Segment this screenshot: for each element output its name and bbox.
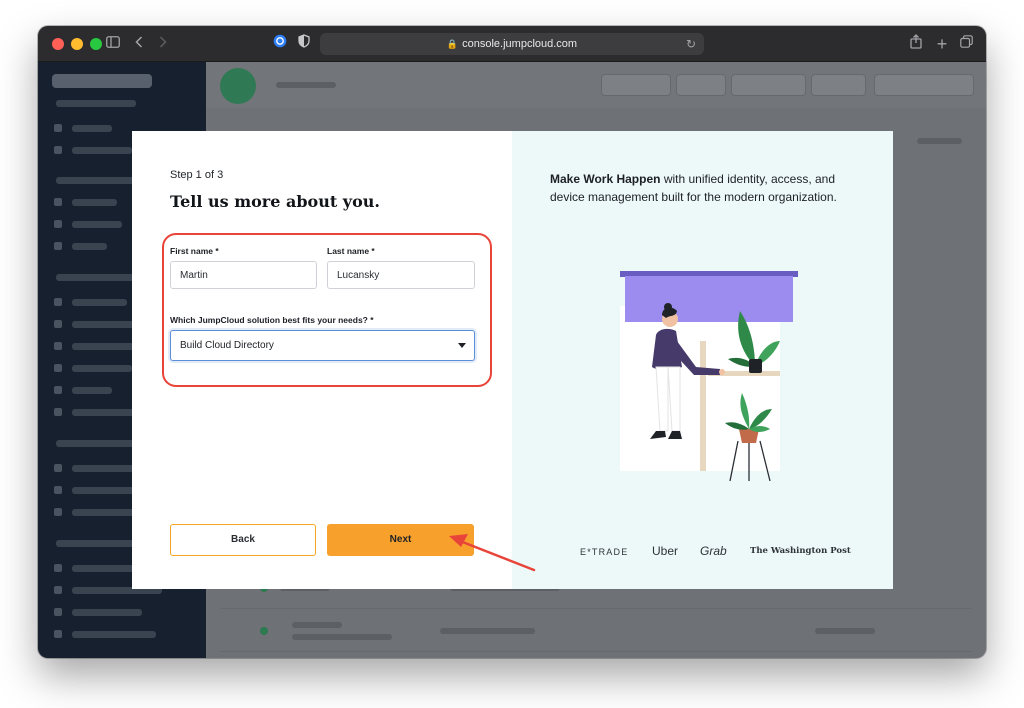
highlight-box: [162, 233, 492, 387]
minimize-window-button[interactable]: [71, 38, 83, 50]
reload-icon[interactable]: ↻: [686, 33, 696, 55]
last-name-field[interactable]: [327, 261, 475, 289]
app-header: [206, 62, 986, 108]
onboarding-modal: Step 1 of 3 Tell us more about you. Firs…: [132, 131, 893, 589]
logo-uber: Uber: [652, 544, 679, 558]
browser-toolbar: 🔒 console.jumpcloud.com ↻ +: [38, 26, 986, 62]
privacy-shield-icon[interactable]: [296, 34, 312, 54]
sidebar-toggle-icon[interactable]: [104, 34, 122, 54]
logo-etrade: E*TRADE: [580, 547, 629, 557]
zoom-window-button[interactable]: [90, 38, 102, 50]
app-logo: [52, 74, 152, 88]
promo-panel: Make Work Happen with unified identity, …: [512, 131, 893, 589]
solution-select-value: Build Cloud Directory: [180, 340, 274, 351]
logo-grab: Grab: [700, 544, 727, 558]
back-icon[interactable]: [132, 34, 146, 54]
new-tab-icon[interactable]: +: [934, 34, 950, 54]
logo-washington-post: The Washington Post: [750, 546, 851, 556]
promo-text: Make Work Happen with unified identity, …: [550, 170, 860, 206]
solution-select[interactable]: Build Cloud Directory: [170, 330, 475, 361]
share-icon[interactable]: [908, 34, 924, 54]
solution-label: Which JumpCloud solution best fits your …: [170, 315, 374, 325]
lock-icon: 🔒: [446, 39, 459, 49]
first-name-label: First name *: [170, 246, 219, 256]
form-heading: Tell us more about you.: [170, 192, 380, 211]
customer-logos: E*TRADE Uber Grab The Washington Post: [580, 544, 851, 560]
workspace-illustration: [620, 271, 798, 481]
close-window-button[interactable]: [52, 38, 64, 50]
promo-bold: Make Work Happen: [550, 172, 661, 186]
first-name-field[interactable]: [170, 261, 317, 289]
next-button[interactable]: Next: [327, 524, 474, 556]
password-manager-icon[interactable]: [272, 34, 288, 54]
avatar: [220, 68, 256, 104]
tabs-overview-icon[interactable]: [958, 34, 974, 54]
step-indicator: Step 1 of 3: [170, 169, 224, 181]
back-button[interactable]: Back: [170, 524, 316, 556]
forward-icon[interactable]: [156, 34, 170, 54]
browser-window: 🔒 console.jumpcloud.com ↻ + Step 1 of 3 …: [38, 26, 986, 658]
form-panel: Step 1 of 3 Tell us more about you. Firs…: [132, 131, 512, 589]
address-bar[interactable]: 🔒 console.jumpcloud.com ↻: [320, 33, 704, 55]
chevron-down-icon: [458, 343, 466, 348]
last-name-label: Last name *: [327, 246, 375, 256]
url-text: console.jumpcloud.com: [462, 38, 578, 50]
